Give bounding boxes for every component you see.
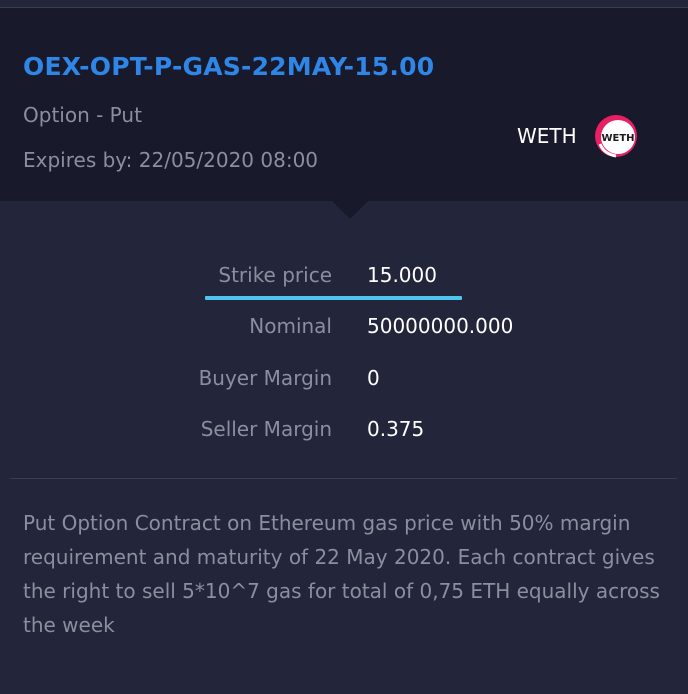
option-title[interactable]: OEX-OPT-P-GAS-22MAY-15.00 xyxy=(23,52,434,81)
strike-price-value: 15.000 xyxy=(367,263,437,287)
buyer-margin-label: Buyer Margin xyxy=(198,366,332,390)
header-pointer xyxy=(331,200,369,219)
strike-price-underline xyxy=(205,296,462,300)
option-type: Option - Put xyxy=(23,103,142,127)
section-divider xyxy=(10,478,677,479)
expiry-date: Expires by: 22/05/2020 08:00 xyxy=(23,148,319,172)
seller-margin-value: 0.375 xyxy=(367,417,425,441)
weth-token-icon: WETH xyxy=(595,115,637,158)
nominal-label: Nominal xyxy=(249,314,332,338)
nominal-value: 50000000.000 xyxy=(367,314,514,338)
option-description: Put Option Contract on Ethereum gas pric… xyxy=(23,511,660,637)
weth-logo-text: WETH xyxy=(601,133,634,144)
buyer-margin-value: 0 xyxy=(367,366,380,390)
seller-margin-label: Seller Margin xyxy=(200,417,332,441)
strike-price-label: Strike price xyxy=(218,263,332,287)
option-header: OEX-OPT-P-GAS-22MAY-15.00 Option - Put E… xyxy=(0,8,688,201)
collateral-token-name: WETH xyxy=(517,124,577,148)
